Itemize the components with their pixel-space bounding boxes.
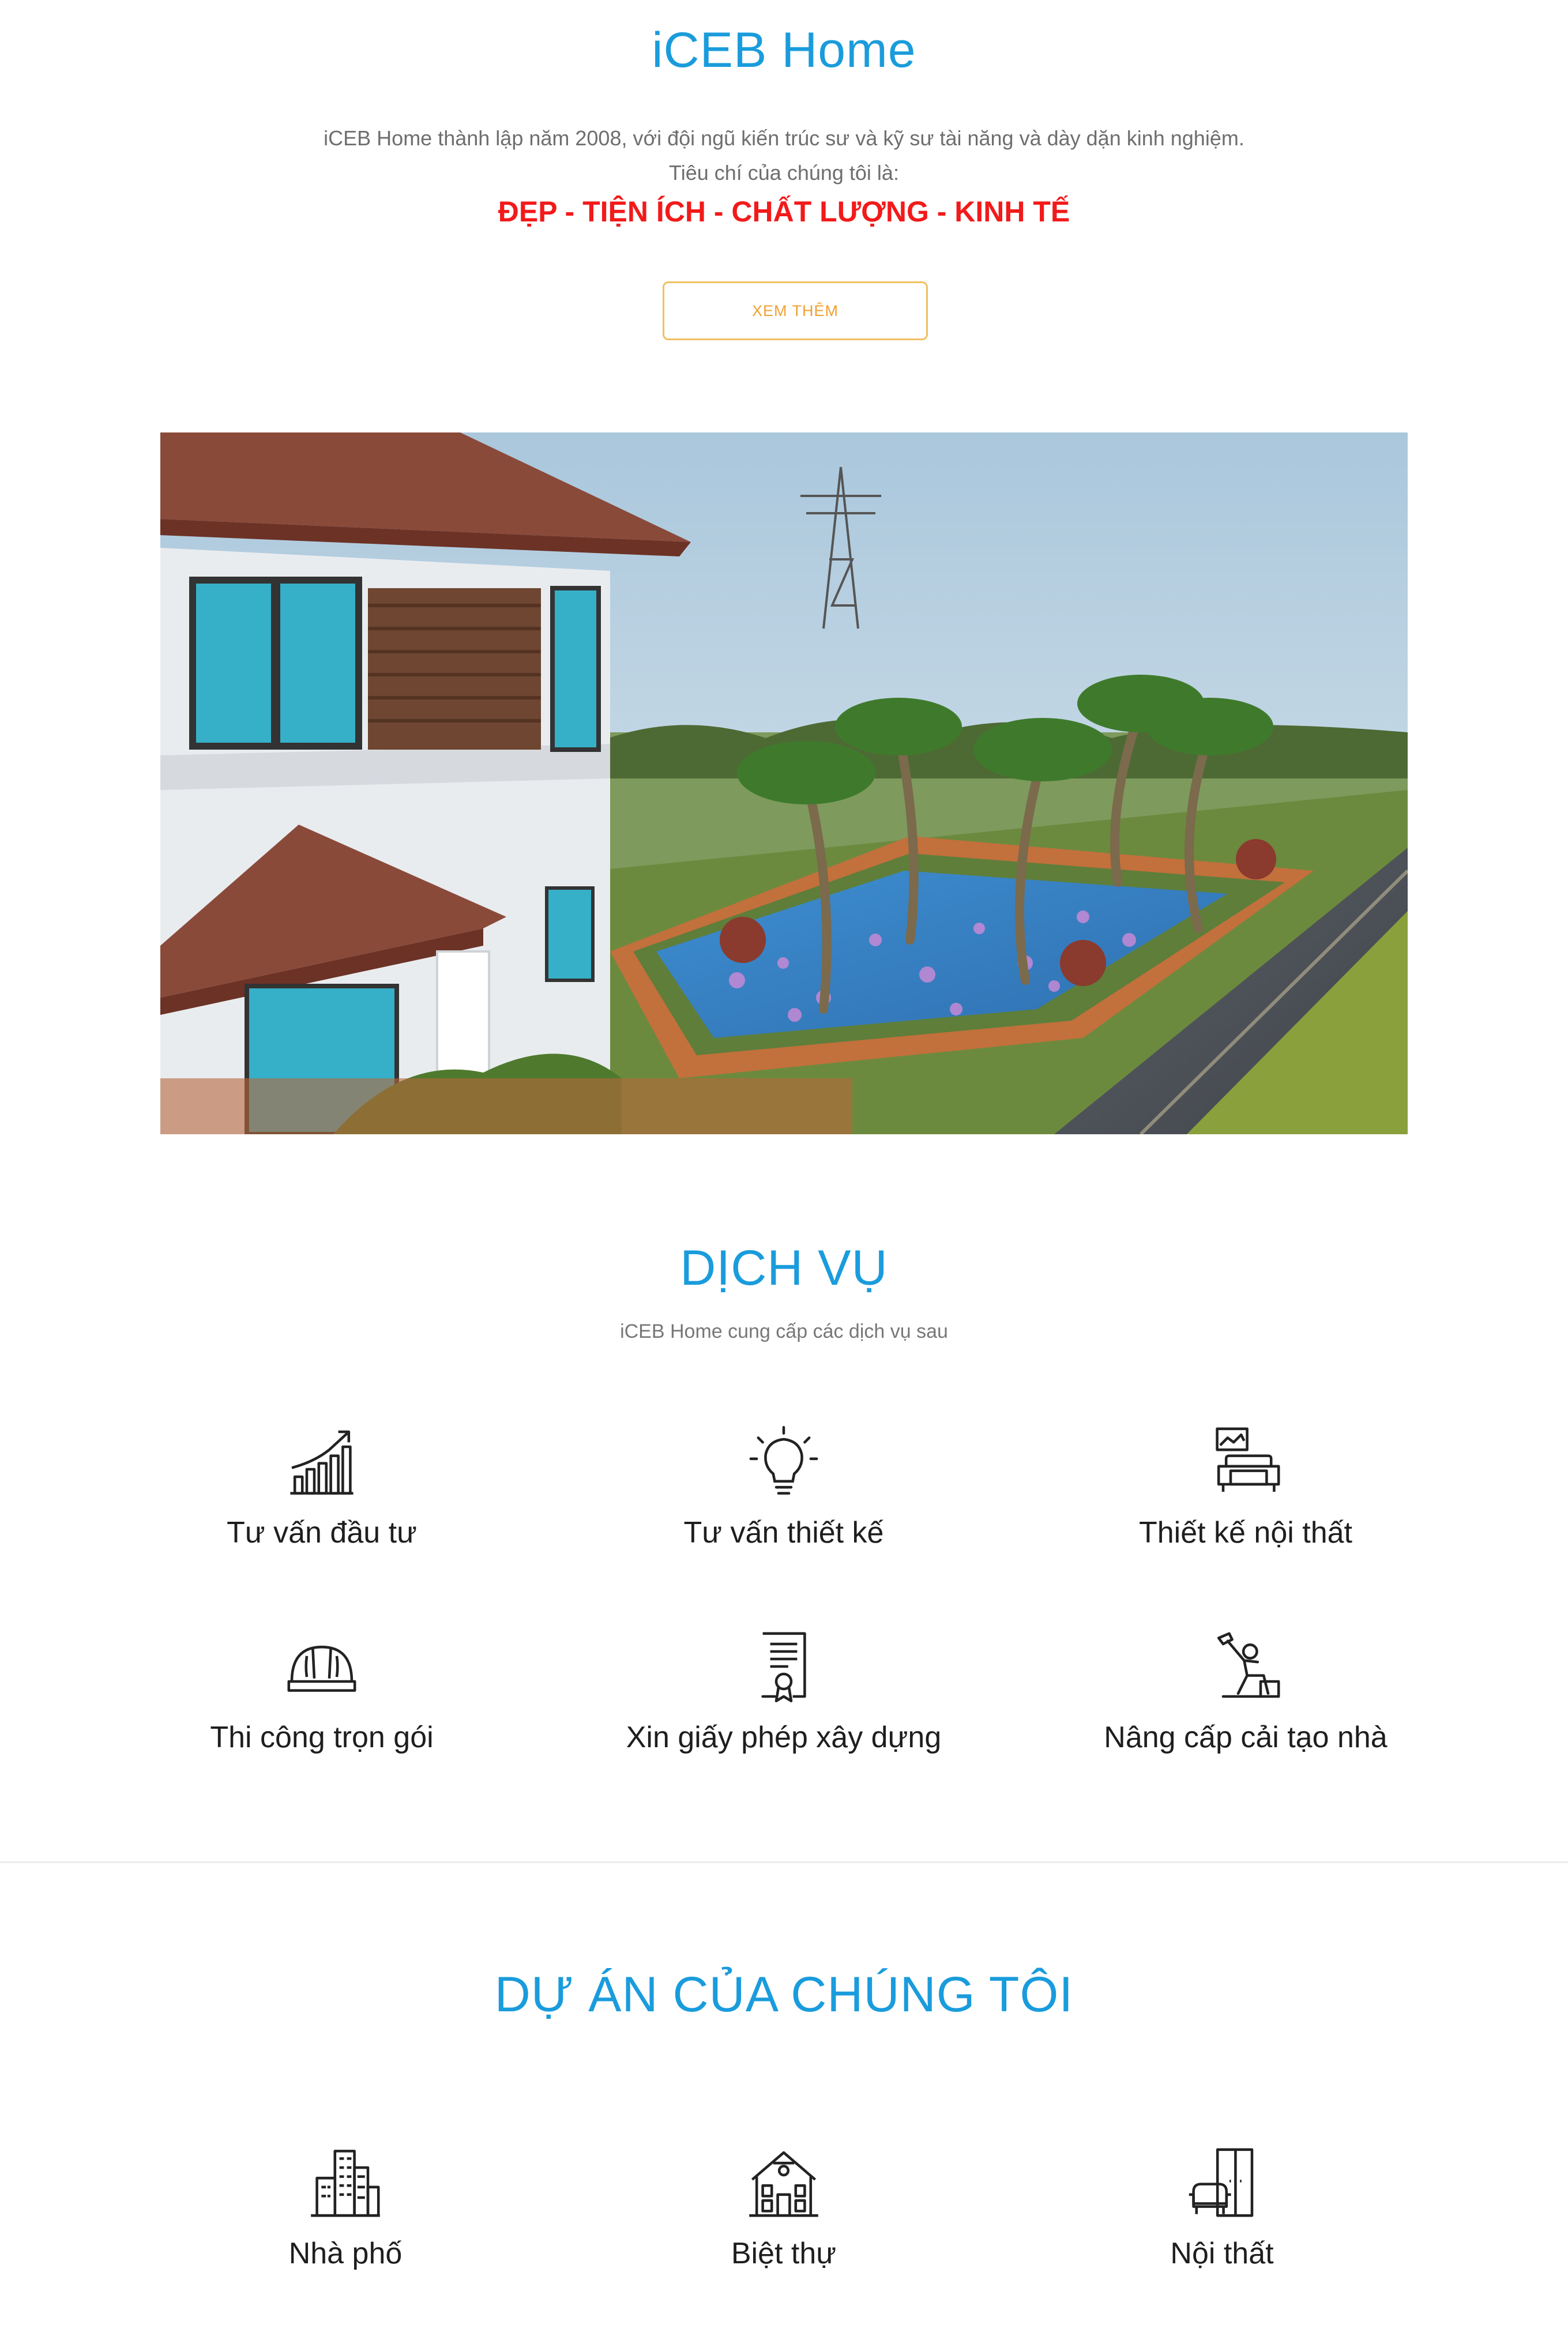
projects-title: DỰ ÁN CỦA CHÚNG TÔI xyxy=(494,1967,1074,2022)
certificate-icon xyxy=(761,1632,806,1703)
project-interior[interactable]: Nội thất xyxy=(962,2145,1481,2271)
service-label: Tư vấn đầu tư xyxy=(227,1516,417,1549)
villa-icon xyxy=(749,2151,818,2217)
service-label: Thi công trọn gói xyxy=(210,1721,434,1754)
services-subtitle: iCEB Home cung cấp các dịch vụ sau xyxy=(620,1321,948,1342)
project-label: Nội thất xyxy=(1170,2237,1274,2270)
city-buildings-icon xyxy=(311,2150,380,2217)
services-title: DỊCH VỤ xyxy=(680,1240,888,1296)
intro-line-1: iCEB Home thành lập năm 2008, với đội ng… xyxy=(324,126,1244,150)
criteria-slogan: ĐẸP - TIỆN ÍCH - CHẤT LƯỢNG - KINH TẾ xyxy=(498,195,1070,228)
see-more-button[interactable]: XEM THÊM xyxy=(663,281,928,340)
service-building-permit[interactable]: Xin giấy phép xây dựng xyxy=(524,1629,1043,1755)
service-label: Thiết kế nội thất xyxy=(1139,1516,1352,1549)
lightbulb-icon xyxy=(749,1425,818,1495)
service-label: Tư vấn thiết kế xyxy=(683,1516,884,1549)
hard-hat-icon xyxy=(287,1645,356,1692)
service-label: Xin giấy phép xây dựng xyxy=(626,1721,942,1754)
intro-line-2: Tiêu chí của chúng tôi là: xyxy=(669,161,899,185)
page-title: iCEB Home xyxy=(652,22,916,78)
sofa-icon xyxy=(1216,1427,1280,1492)
service-design-consulting[interactable]: Tư vấn thiết kế xyxy=(524,1424,1043,1550)
section-divider xyxy=(0,1861,1568,1863)
service-home-renovation[interactable]: Nâng cấp cải tạo nhà xyxy=(986,1629,1505,1755)
hero-image xyxy=(160,432,1408,1134)
intro-text: iCEB Home thành lập năm 2008, với đội ng… xyxy=(0,121,1568,190)
service-investment-consulting[interactable]: Tư vấn đầu tư xyxy=(62,1424,581,1550)
worker-hammer-icon xyxy=(1217,1632,1280,1698)
service-label: Nâng cấp cải tạo nhà xyxy=(1104,1721,1387,1754)
service-turnkey-construction[interactable]: Thi công trọn gói xyxy=(62,1629,581,1755)
growth-chart-icon xyxy=(290,1430,354,1495)
service-interior-design[interactable]: Thiết kế nội thất xyxy=(986,1424,1505,1550)
armchair-door-icon xyxy=(1189,2148,1254,2217)
